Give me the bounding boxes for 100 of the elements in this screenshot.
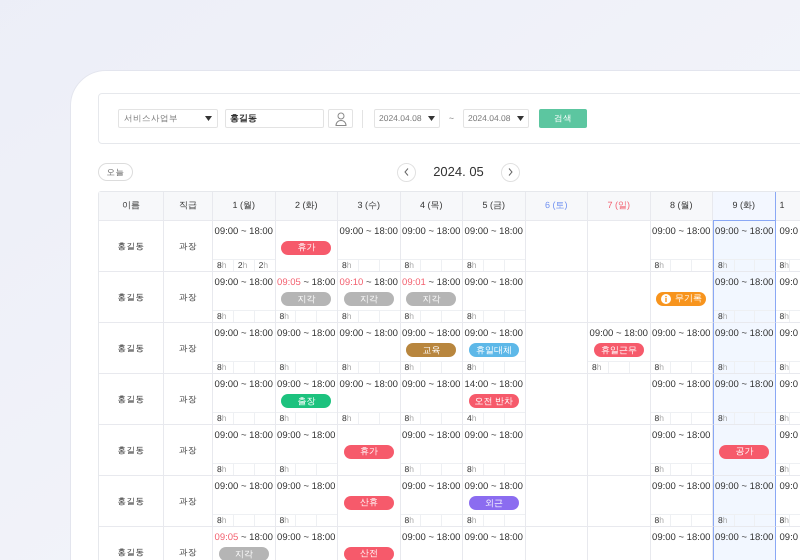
status-badge: 지각 xyxy=(218,547,269,560)
chevron-right-icon xyxy=(508,168,513,176)
chevron-left-icon xyxy=(404,168,409,176)
start-date-select[interactable]: 2024.04.08 xyxy=(374,109,440,128)
hours-value: 8h xyxy=(467,514,476,526)
work-time: 09:00 ~ 18:00 xyxy=(464,276,523,290)
month-title: 2024. 05 xyxy=(432,163,485,182)
hours-value: 8h xyxy=(280,514,289,526)
hours-value: 8h xyxy=(342,259,352,271)
previous-month-button[interactable] xyxy=(397,162,416,182)
employee-name: 홍길동 xyxy=(99,221,164,272)
work-time: 09:05 ~ 18:00 xyxy=(214,531,273,545)
work-time: 09:00 ~ 18:00 xyxy=(214,327,273,341)
end-date-select[interactable]: 2024.04.08 xyxy=(462,109,529,128)
hours-value: 8h xyxy=(280,361,289,373)
work-time: 09:00 ~ 18:00 xyxy=(464,429,523,443)
hours-value: 8h xyxy=(467,259,476,271)
work-time: 09:00 ~ 18:00 xyxy=(715,531,774,545)
hours-value: 8h xyxy=(342,361,352,373)
hours-value: 8h xyxy=(404,259,414,271)
work-time: 09:10 ~ 18:00 xyxy=(340,276,398,290)
hours-value: 8h xyxy=(654,259,664,271)
hours-value: 8h xyxy=(467,361,476,373)
hours-value: 4h xyxy=(467,412,476,424)
work-time: 09:00 ~ 18:00 xyxy=(652,327,710,341)
work-time: 09:00 ~ 18:00 xyxy=(652,225,710,239)
hours-value: 8h xyxy=(780,463,789,475)
work-time: 09:00 ~ 18:00 xyxy=(214,225,273,239)
work-time: 09:00 ~ 18:00 xyxy=(464,225,523,239)
status-badge: 무기록 xyxy=(656,292,706,306)
work-time: 09:00 ~ 18:00 xyxy=(340,378,398,392)
day-header[interactable]: 9 (화) xyxy=(713,192,776,221)
hours-value: 8h xyxy=(404,514,414,526)
hours-value: 8h xyxy=(467,310,476,322)
hours-value: 8h xyxy=(654,361,664,373)
work-time: 09:01 ~ 18:00 xyxy=(402,276,460,290)
work-time: 09:00 ~ 18:00 xyxy=(214,276,273,290)
work-time: 09:00 ~ 18:00 xyxy=(652,480,710,494)
user-picker-button[interactable] xyxy=(328,109,353,128)
status-badge: 오전 반차 xyxy=(468,394,519,408)
employee-name: 홍길동 xyxy=(99,425,164,476)
work-time: 09:00 ~ 18:00 xyxy=(402,327,460,341)
range-separator: ~ xyxy=(449,112,454,125)
hours-value: 8h xyxy=(718,412,728,424)
work-time: 09:00 ~ 18:00 xyxy=(652,429,710,443)
work-time: 09:0 xyxy=(778,225,798,239)
hours-value: 8h xyxy=(780,310,789,322)
work-time: 09:00 ~ 18:00 xyxy=(715,378,774,392)
work-time: 09:0 xyxy=(778,531,798,545)
work-time: 09:00 ~ 18:00 xyxy=(402,378,460,392)
hours-value: 8h xyxy=(280,412,289,424)
status-badge: 공가 xyxy=(719,445,770,459)
employee-name: 홍길동 xyxy=(99,374,164,425)
employee-name: 홍길동 xyxy=(99,476,164,527)
work-time: 09:0 xyxy=(778,429,798,443)
work-time: 09:00 ~ 18:00 xyxy=(402,531,460,545)
hours-value: 8h xyxy=(718,310,728,322)
work-time: 09:00 ~ 18:00 xyxy=(277,327,336,341)
work-time: 09:00 ~ 18:00 xyxy=(652,531,710,545)
work-time: 09:00 ~ 18:00 xyxy=(590,327,648,341)
department-select[interactable]: 서비스사업부 xyxy=(118,109,218,128)
hours-value: 8h xyxy=(780,514,789,526)
status-badge: 휴일근무 xyxy=(594,343,644,358)
hours-value: 8h xyxy=(718,514,728,526)
hours-value: 8h xyxy=(780,412,789,424)
hours-value: 8h xyxy=(217,259,226,271)
work-time: 09:00 ~ 18:00 xyxy=(715,327,774,341)
hours-value: 8h xyxy=(404,361,414,373)
status-badge: 휴가 xyxy=(344,445,394,459)
work-time: 09:00 ~ 18:00 xyxy=(402,429,460,443)
hours-value: 8h xyxy=(217,463,226,475)
name-input[interactable]: 홍길동 xyxy=(225,109,324,128)
work-time: 09:0 xyxy=(778,276,798,290)
today-button[interactable]: 오늘 xyxy=(98,163,133,181)
next-month-button[interactable] xyxy=(501,162,520,182)
work-time: 09:00 ~ 18:00 xyxy=(715,225,774,239)
work-time: 09:00 ~ 18:00 xyxy=(277,531,336,545)
work-time: 09:00 ~ 18:00 xyxy=(715,276,774,290)
work-time: 09:00 ~ 18:00 xyxy=(464,480,523,494)
work-time: 09:0 xyxy=(778,480,798,494)
hours-value: 8h xyxy=(342,412,352,424)
employee-name: 홍길동 xyxy=(99,323,164,374)
caret-icon xyxy=(205,116,212,121)
hours-value: 8h xyxy=(718,259,728,271)
work-time: 09:00 ~ 18:00 xyxy=(652,378,710,392)
work-time: 09:05 ~ 18:00 xyxy=(277,276,336,290)
status-badge: 출장 xyxy=(281,394,332,408)
work-time: 09:00 ~ 18:00 xyxy=(340,225,398,239)
column-header: 직급 xyxy=(164,192,213,221)
hours-value: 8h xyxy=(780,361,789,373)
work-time: 09:00 ~ 18:00 xyxy=(402,225,460,239)
status-badge: 외근 xyxy=(468,496,519,510)
hours-value: 8h xyxy=(280,310,289,322)
work-time: 09:00 ~ 18:00 xyxy=(214,480,273,494)
hours-value: 2h xyxy=(258,259,268,271)
work-time: 09:00 ~ 18:00 xyxy=(277,480,336,494)
hours-value: 8h xyxy=(280,463,289,475)
hours-value: 8h xyxy=(342,310,352,322)
status-badge: 산휴 xyxy=(344,496,394,510)
hours-value: 8h xyxy=(404,412,414,424)
